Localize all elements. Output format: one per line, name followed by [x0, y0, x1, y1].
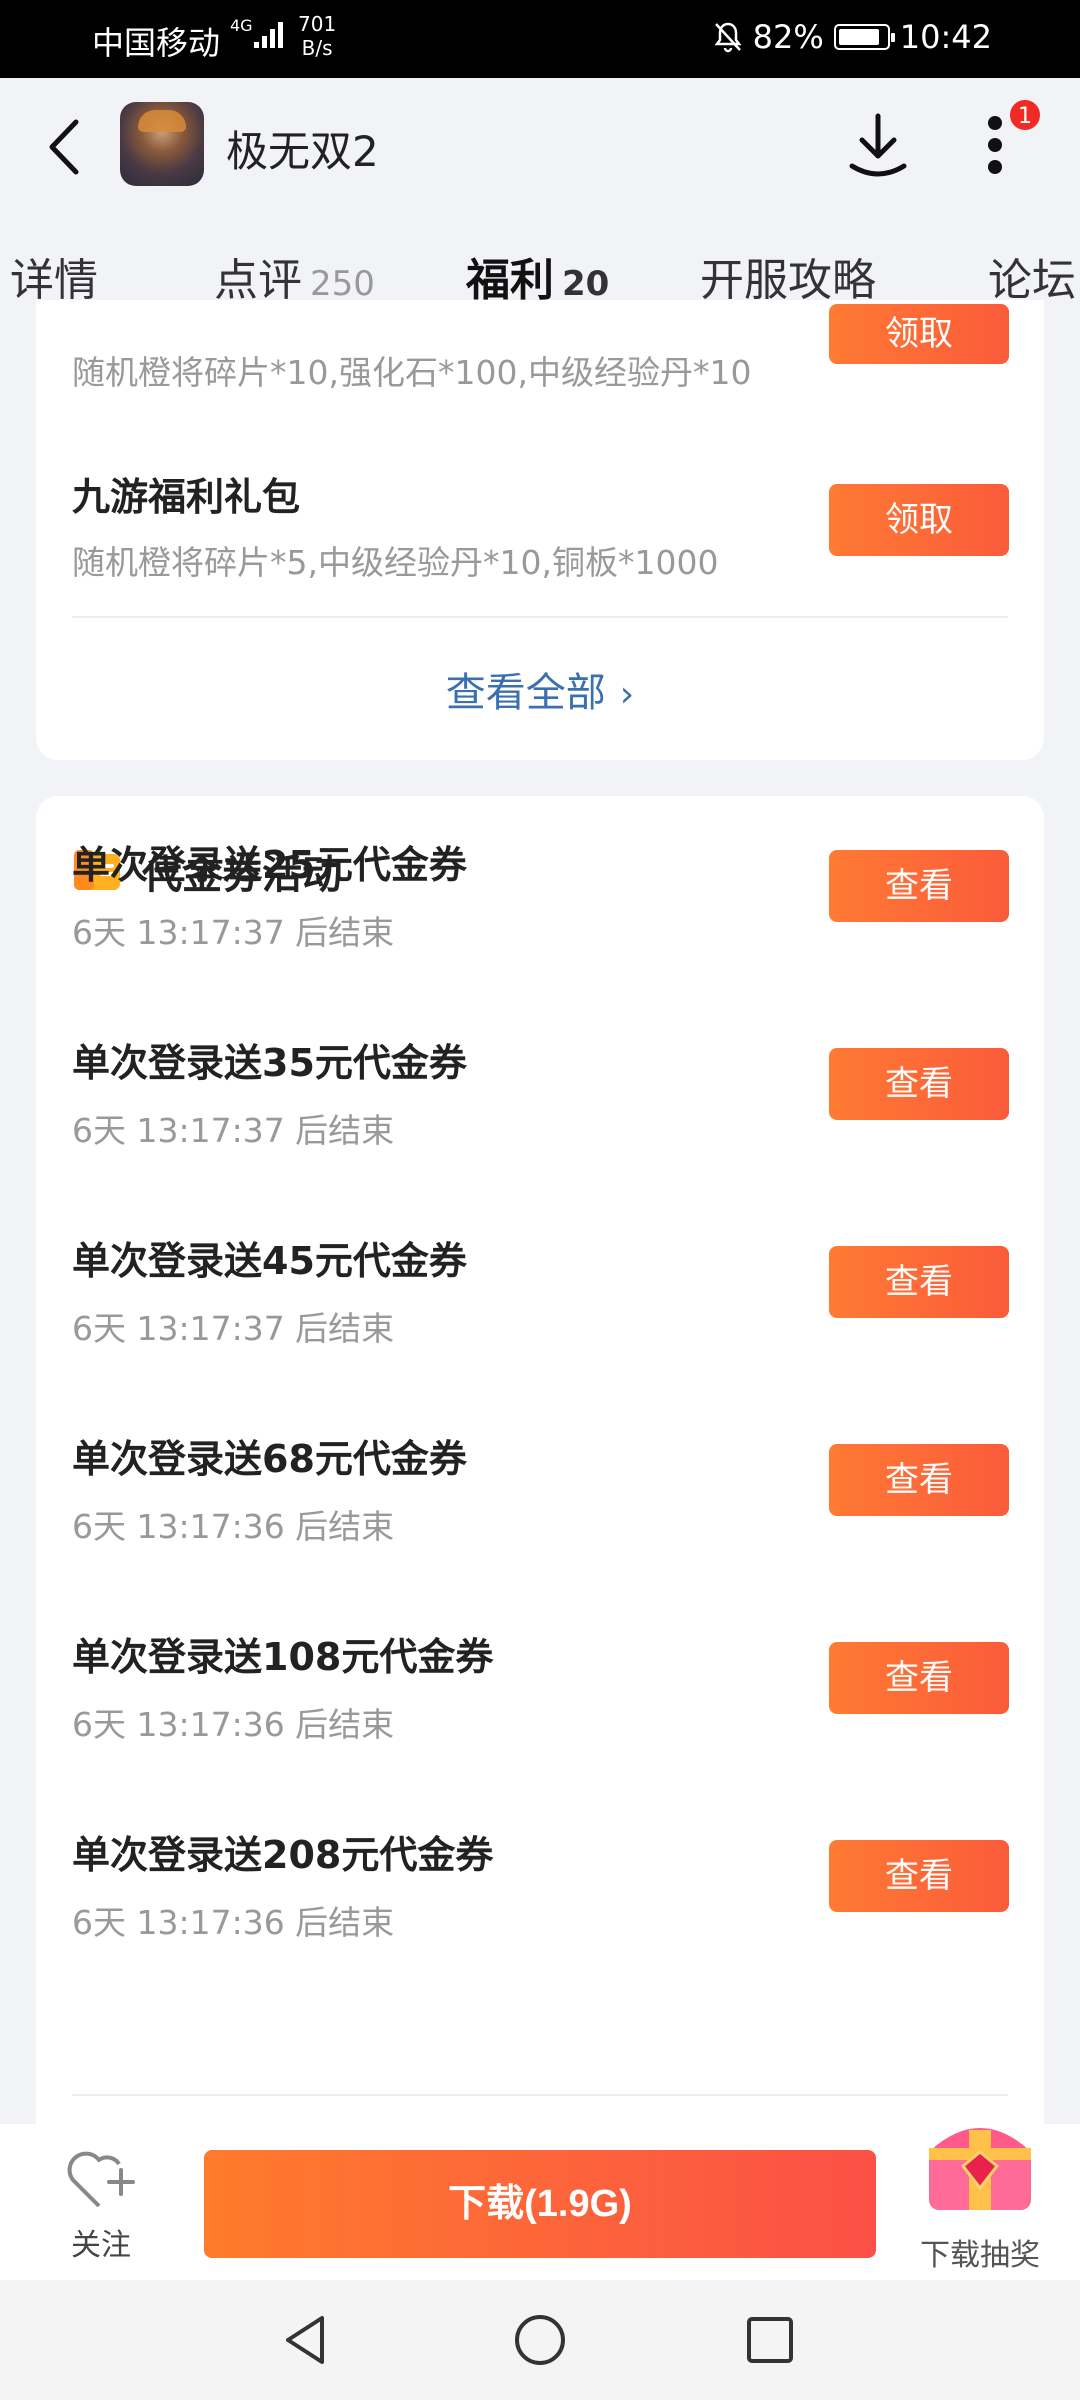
coupon-title: 单次登录送45元代金券 — [72, 1239, 467, 1283]
system-nav-bar — [0, 2280, 1080, 2400]
lottery-label: 下载抽奖 — [920, 2238, 1040, 2273]
coupon-countdown: 6天 13:17:37 后结束 — [72, 913, 395, 952]
coupon-countdown: 6天 13:17:37 后结束 — [72, 1309, 395, 1348]
coupon-countdown: 6天 13:17:36 后结束 — [72, 1507, 395, 1546]
battery-percent: 82% — [752, 18, 824, 56]
gift-item-title: 九游福利礼包 — [72, 475, 301, 519]
network-speed: 701 B/s — [298, 12, 337, 60]
game-icon — [120, 102, 204, 186]
download-lottery[interactable]: 下载抽奖 — [912, 2110, 1048, 2274]
claim-button[interactable]: 领取 — [829, 484, 1009, 556]
coupon-title: 单次登录送25元代金券 — [72, 843, 467, 887]
coupon-countdown: 6天 13:17:36 后结束 — [72, 1705, 395, 1744]
tab-forum[interactable]: 论坛 — [988, 244, 1076, 308]
status-right: 82% 10:42 — [713, 18, 992, 56]
notification-badge: 1 — [1008, 98, 1042, 132]
view-coupon-button[interactable]: 查看 — [829, 1642, 1009, 1714]
game-title: 极无双2 — [226, 127, 379, 176]
gift-item-subtitle: 随机橙将碎片*10,强化石*100,中级经验丹*10 — [72, 353, 752, 392]
tab-details[interactable]: 详情 — [10, 244, 98, 308]
tab-server-guide[interactable]: 开服攻略 — [700, 244, 876, 308]
view-coupon-button[interactable]: 查看 — [829, 850, 1009, 922]
coupon-countdown: 6天 13:17:36 后结束 — [72, 1903, 395, 1942]
coupon-title: 单次登录送208元代金券 — [72, 1833, 494, 1877]
gift-pack-card: 随机橙将碎片*10,强化石*100,中级经验丹*10 领取 九游福利礼包 随机橙… — [36, 300, 1044, 760]
see-all-link[interactable]: 查看全部 › — [36, 660, 1044, 718]
chevron-right-icon: › — [619, 674, 635, 715]
bell-off-icon — [714, 22, 742, 53]
network-type: 4G — [230, 16, 253, 35]
nav-home-icon[interactable] — [510, 2310, 570, 2370]
battery-icon — [833, 24, 895, 50]
download-button[interactable]: 下载(1.9G) — [204, 2150, 876, 2258]
heart-plus-icon — [67, 2151, 135, 2208]
back-arrow-icon[interactable] — [40, 112, 90, 182]
nav-recents-icon[interactable] — [740, 2310, 800, 2370]
follow-button[interactable]: 关注 — [60, 2146, 142, 2264]
status-bar: 中国移动 4G 701 B/s 82% 10:42 — [0, 0, 1080, 78]
more-options-icon[interactable] — [980, 108, 1010, 188]
view-coupon-button[interactable]: 查看 — [829, 1840, 1009, 1912]
claim-button[interactable]: 领取 — [829, 304, 1009, 364]
coupon-countdown: 6天 13:17:37 后结束 — [72, 1111, 395, 1150]
tab-benefits[interactable]: 福利 20 — [466, 244, 609, 308]
divider — [72, 616, 1008, 618]
reviews-count: 250 — [310, 264, 375, 304]
carrier-name: 中国移动 — [92, 24, 221, 62]
gift-item-subtitle: 随机橙将碎片*5,中级经验丹*10,铜板*1000 — [72, 543, 719, 582]
treasure-chest-icon — [929, 2128, 1031, 2210]
nav-back-icon[interactable] — [276, 2310, 336, 2370]
view-coupon-button[interactable]: 查看 — [829, 1444, 1009, 1516]
coupon-activity-card: 代金券活动 单次登录送25元代金券 6天 13:17:37 后结束 查看 单次登录送3… — [36, 796, 1044, 2156]
clock: 10:42 — [899, 18, 992, 56]
coupon-title: 单次登录送35元代金券 — [72, 1041, 467, 1085]
divider — [72, 2094, 1008, 2096]
follow-label: 关注 — [71, 2228, 131, 2263]
bottom-action-bar: 关注 下载(1.9G) 下载抽奖 — [0, 2124, 1080, 2280]
signal-icon — [254, 22, 283, 48]
view-coupon-button[interactable]: 查看 — [829, 1246, 1009, 1318]
view-coupon-button[interactable]: 查看 — [829, 1048, 1009, 1120]
app-header: 极无双2 1 — [0, 78, 1080, 214]
download-icon[interactable] — [846, 110, 910, 184]
coupon-title: 单次登录送68元代金券 — [72, 1437, 467, 1481]
benefits-count: 20 — [562, 264, 610, 304]
tab-reviews[interactable]: 点评 250 — [214, 244, 375, 308]
coupon-title: 单次登录送108元代金券 — [72, 1635, 494, 1679]
